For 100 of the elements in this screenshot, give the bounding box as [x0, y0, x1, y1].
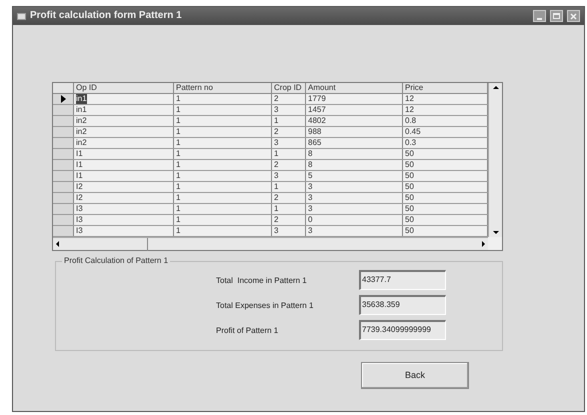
table-cell: 3: [308, 226, 312, 236]
close-icon: [570, 12, 577, 20]
left-arrow-icon: [56, 241, 59, 247]
table-cell: 0.8: [405, 116, 416, 126]
right-arrow-icon: [482, 241, 485, 247]
table-cell: 8: [308, 160, 312, 170]
table-row[interactable]: I2 1 2 3 50: [53, 193, 488, 204]
table-cell: 1: [176, 94, 180, 104]
maximize-icon: [553, 13, 560, 19]
column-header[interactable]: Op ID: [74, 83, 174, 93]
table-cell: 1: [274, 182, 278, 192]
column-header[interactable]: Pattern no: [174, 83, 272, 93]
table-cell: 1: [176, 204, 180, 214]
table-cell: I1: [76, 149, 83, 159]
close-button[interactable]: [567, 10, 580, 22]
table-cell: 5: [308, 171, 312, 181]
table-cell: 1: [176, 160, 180, 170]
table-row[interactable]: I3 1 1 3 50: [53, 204, 488, 215]
table-cell: 50: [405, 193, 414, 203]
table-cell: 12: [405, 105, 414, 115]
field-label: Total Income in Pattern 1: [216, 275, 308, 287]
table-cell: 2: [274, 94, 278, 104]
table-cell: 0: [308, 215, 312, 225]
up-arrow-icon: [492, 86, 498, 89]
window-title: Profit calculation form Pattern 1: [30, 11, 182, 21]
table-cell: 3: [308, 182, 312, 192]
field-label: Total Expenses in Pattern 1: [216, 300, 314, 312]
group-title: Profit Calculation of Pattern 1: [62, 256, 170, 266]
table-cell: 1: [176, 116, 180, 126]
table-cell: in2: [76, 116, 87, 126]
table-cell: I2: [76, 182, 83, 192]
table-cell: I2: [76, 193, 83, 203]
value-field[interactable]: 43377.7: [359, 270, 446, 290]
back-button[interactable]: Back: [361, 362, 469, 390]
value-field[interactable]: 7739.34099999999: [359, 320, 446, 340]
table-cell: 8: [308, 149, 312, 159]
table-cell: I3: [76, 226, 83, 236]
table-cell: 2: [274, 193, 278, 203]
table-row[interactable]: I1 1 2 8 50: [53, 160, 488, 171]
table-row[interactable]: I1 1 3 5 50: [53, 171, 488, 182]
table-cell: I1: [76, 160, 83, 170]
table-cell: 3: [308, 204, 312, 214]
table-cell: 1: [176, 193, 180, 203]
table-cell: 1: [176, 182, 180, 192]
table-cell: 50: [405, 160, 414, 170]
table-row[interactable]: I2 1 1 3 50: [53, 182, 488, 193]
table-cell: I3: [76, 215, 83, 225]
table-cell: 1: [176, 226, 180, 236]
value-field[interactable]: 35638.359: [359, 295, 446, 315]
table-cell: 1457: [308, 105, 326, 115]
table-cell: 3: [274, 171, 278, 181]
table-row[interactable]: I1 1 1 8 50: [53, 149, 488, 160]
table-cell: in1: [76, 105, 87, 115]
table-cell: 3: [274, 226, 278, 236]
table-cell: 1: [176, 171, 180, 181]
table-cell: 3: [308, 193, 312, 203]
table-cell: 12: [405, 94, 414, 104]
table-cell: in1: [76, 94, 87, 104]
table-cell: 50: [405, 215, 414, 225]
table-cell: 1: [176, 105, 180, 115]
down-arrow-icon: [492, 231, 498, 234]
table-cell: 1: [274, 149, 278, 159]
column-header[interactable]: Amount: [306, 83, 403, 93]
table-cell: 0.3: [405, 138, 416, 148]
horizontal-scrollbar[interactable]: [53, 237, 488, 250]
table-cell: 1: [176, 127, 180, 137]
table-cell: 2: [274, 215, 278, 225]
table-cell: 0.45: [405, 127, 421, 137]
table-cell: 1: [176, 149, 180, 159]
table-cell: I1: [76, 171, 83, 181]
table-cell: 1779: [308, 94, 326, 104]
table-cell: 3: [274, 138, 278, 148]
table-cell: 2: [274, 127, 278, 137]
table-cell: 50: [405, 182, 414, 192]
table-cell: 1: [274, 116, 278, 126]
table-cell: in2: [76, 138, 87, 148]
table-cell: 1: [176, 215, 180, 225]
column-header[interactable]: Crop ID: [272, 83, 306, 93]
minimize-icon: [537, 18, 542, 20]
table-cell: 988: [308, 127, 322, 137]
app-icon: [17, 12, 26, 20]
table-cell: 1: [176, 138, 180, 148]
maximize-button[interactable]: [550, 10, 563, 22]
table-row[interactable]: in2 1 1 4802 0.8: [53, 116, 488, 127]
vertical-scrollbar[interactable]: [488, 83, 502, 237]
table-row[interactable]: in1 1 3 1457 12: [53, 105, 488, 116]
table-row[interactable]: in2 1 2 988 0.45: [53, 127, 488, 138]
table-cell: 50: [405, 204, 414, 214]
table-cell: 50: [405, 149, 414, 159]
table-cell: in2: [76, 127, 87, 137]
table-row[interactable]: in2 1 3 865 0.3: [53, 138, 488, 149]
table-row[interactable]: I3 1 2 0 50: [53, 215, 488, 226]
table-cell: 50: [405, 171, 414, 181]
table-cell: 3: [274, 105, 278, 115]
minimize-button[interactable]: [533, 10, 546, 22]
table-cell: I3: [76, 204, 83, 214]
table-cell: 1: [274, 204, 278, 214]
table-cell: 4802: [308, 116, 326, 126]
table-row[interactable]: in1 1 2 1779 12: [53, 94, 488, 105]
table-cell: 50: [405, 226, 414, 236]
